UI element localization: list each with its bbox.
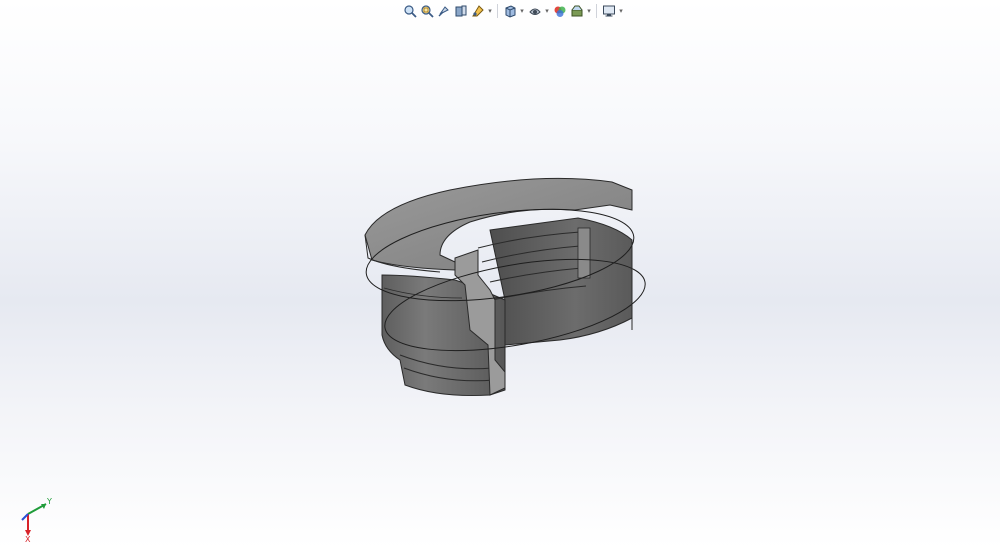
triad-y-label: Y (46, 497, 52, 506)
reference-triad: Y X (21, 497, 52, 542)
triad-x-label: X (25, 535, 31, 542)
graphics-area[interactable]: ▾ ▾ ▾ ▾ ▾ Y X (0, 0, 1000, 548)
section-view-model[interactable] (0, 0, 1000, 548)
inner-bore (489, 217, 633, 346)
section-face (577, 227, 591, 279)
